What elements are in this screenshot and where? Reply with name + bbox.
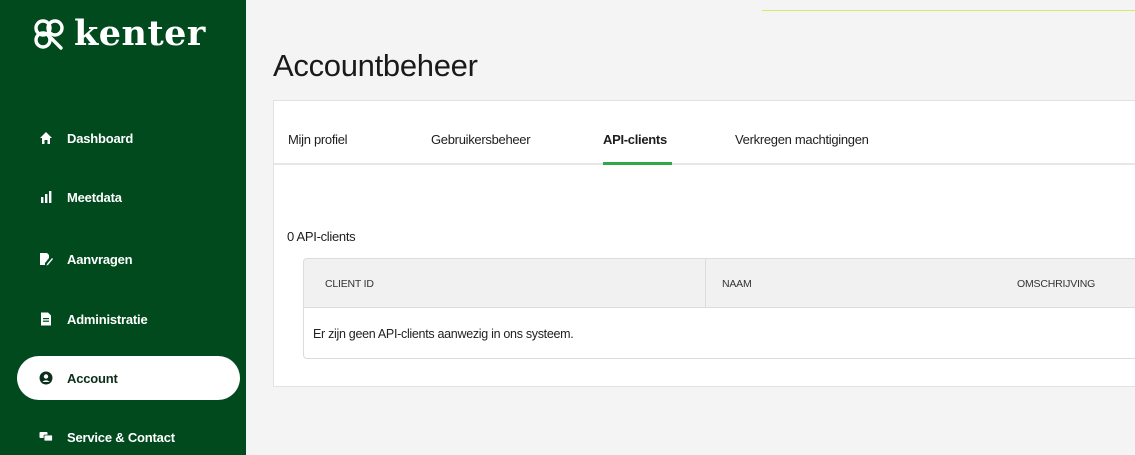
sidebar-item-account[interactable]: Account	[17, 356, 240, 400]
sidebar-item-label: Dashboard	[67, 130, 134, 146]
tab-verkregen-machtigingen[interactable]: Verkregen machtigingen	[735, 132, 869, 147]
sidebar-item-aanvragen[interactable]: Aanvragen	[17, 237, 240, 281]
kenter-logo-icon	[34, 19, 64, 50]
sidebar: kenter Dashboard Meetdata Aanvragen Admi…	[0, 0, 246, 455]
tab-bar: Mijn profiel Gebruikersbeheer API-client…	[274, 101, 1135, 165]
tab-mijn-profiel[interactable]: Mijn profiel	[288, 132, 348, 147]
account-card: Mijn profiel Gebruikersbeheer API-client…	[273, 100, 1135, 387]
bar-chart-icon	[39, 190, 53, 204]
brand-name: kenter	[74, 13, 206, 54]
document-icon	[39, 312, 53, 326]
tab-api-clients[interactable]: API-clients	[603, 132, 667, 147]
main-content: Accountbeheer Mijn profiel Gebruikersbeh…	[246, 0, 1135, 455]
active-tab-indicator	[603, 162, 672, 165]
sidebar-item-meetdata[interactable]: Meetdata	[17, 175, 240, 219]
tab-gebruikersbeheer[interactable]: Gebruikersbeheer	[431, 132, 531, 147]
home-icon	[39, 131, 53, 145]
kenter-logo[interactable]: kenter	[32, 14, 206, 54]
page-title: Accountbeheer	[273, 48, 478, 83]
api-clients-table: CLIENT ID NAAM OMSCHRIJVING Er zijn geen…	[303, 258, 1135, 359]
sidebar-item-administratie[interactable]: Administratie	[17, 297, 240, 341]
sidebar-item-label: Meetdata	[67, 189, 122, 205]
sidebar-item-label: Account	[67, 370, 118, 386]
document-edit-icon	[39, 252, 53, 266]
user-circle-icon	[39, 371, 53, 385]
column-header-client-id[interactable]: CLIENT ID	[325, 278, 374, 290]
sidebar-item-label: Administratie	[67, 311, 148, 327]
sidebar-item-label: Aanvragen	[67, 251, 133, 267]
table-header: CLIENT ID NAAM OMSCHRIJVING	[304, 259, 1135, 308]
sidebar-item-dashboard[interactable]: Dashboard	[17, 116, 240, 160]
column-header-naam[interactable]: NAAM	[722, 278, 752, 290]
top-accent-line	[762, 10, 1135, 11]
api-clients-count: 0 API-clients	[287, 229, 356, 244]
column-divider	[705, 259, 706, 308]
sidebar-item-label: Service & Contact	[67, 429, 175, 445]
column-header-omschrijving[interactable]: OMSCHRIJVING	[1017, 278, 1095, 290]
sidebar-item-service-contact[interactable]: Service & Contact	[17, 415, 240, 455]
empty-state-message: Er zijn geen API-clients aanwezig in ons…	[313, 327, 574, 341]
chat-icon	[39, 430, 53, 444]
